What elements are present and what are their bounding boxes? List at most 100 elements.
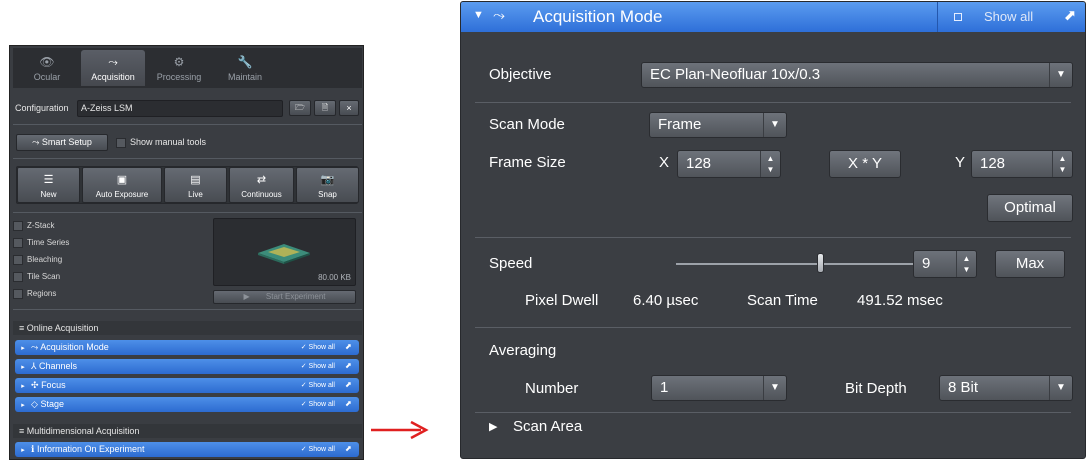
checkbox-box[interactable] (13, 254, 23, 265)
delete-configuration-button[interactable]: × (339, 100, 359, 116)
acquisition-mode-icon: ⤳ (493, 7, 506, 24)
x-label: X (659, 154, 670, 171)
live-button[interactable]: ▤ Live (164, 167, 227, 203)
checkbox-box[interactable] (13, 220, 23, 231)
tab-acquisition[interactable]: ⤳ Acquisition (81, 50, 145, 86)
tile-scan-option[interactable]: Tile Scan (13, 269, 60, 285)
show-all-toggle[interactable]: ✓ Show all (301, 340, 335, 355)
folder-icon: 🗁 (295, 103, 305, 112)
information-on-experiment-bar[interactable]: ▸ ℹ Information On Experiment ✓ Show all … (15, 442, 359, 457)
scan-area-label[interactable]: Scan Area (513, 418, 582, 435)
collapse-arrow-icon[interactable]: ▼ (473, 9, 484, 21)
popout-icon[interactable]: ⬈ (1061, 6, 1079, 26)
tab-processing[interactable]: ⚙ Processing (147, 50, 211, 86)
new-icon: ☰ (43, 174, 54, 186)
channels-icon: ⅄ (31, 361, 37, 371)
experiment-preview: 80.00 KB (213, 218, 356, 286)
stack-preview-image (258, 244, 310, 264)
speed-slider-handle[interactable] (816, 253, 824, 273)
expand-arrow-icon: ▸ (21, 402, 25, 409)
checkbox-box[interactable] (13, 271, 23, 282)
max-speed-button[interactable]: Max (995, 250, 1065, 278)
frame-size-x-stepper[interactable]: 128 ▲ ▼ (677, 150, 781, 178)
max-label: Max (1015, 255, 1045, 272)
popout-icon[interactable]: ⬈ (345, 342, 355, 352)
tab-maintain[interactable]: 🔧 Maintain (213, 50, 277, 86)
red-arrow-icon (371, 420, 429, 440)
open-configuration-button[interactable]: 🗁 (289, 100, 311, 116)
continuous-icon: ⇄ (256, 174, 267, 186)
focus-bar[interactable]: ▸ ✣ Focus ✓ Show all ⬈ (15, 378, 359, 393)
speed-stepper[interactable]: 9 ▲ ▼ (913, 250, 977, 278)
popout-icon[interactable]: ⬈ (345, 380, 355, 390)
stage-bar[interactable]: ▸ ◇ Stage ✓ Show all ⬈ (15, 397, 359, 412)
configuration-field[interactable]: A-Zeiss LSM (77, 100, 283, 117)
checkbox-box[interactable] (13, 237, 23, 248)
stepper-arrows-icon[interactable]: ▲ ▼ (1052, 151, 1072, 177)
expand-arrow-icon[interactable]: ▶ (489, 420, 497, 433)
divider (13, 309, 362, 310)
popout-icon[interactable]: ⬈ (345, 399, 355, 409)
gear-icon: ⚙ (173, 55, 185, 69)
show-all-label: Show all (984, 9, 1034, 24)
scan-mode-dropdown[interactable]: Frame ▼ (649, 112, 787, 138)
option-label: Bleaching (27, 255, 63, 264)
acquisition-mode-bar[interactable]: ▸ ⤳ Acquisition Mode ✓ Show all ⬈ (15, 340, 359, 355)
continuous-button[interactable]: ⇄ Continuous (229, 167, 294, 203)
optimal-label: Optimal (1004, 199, 1056, 216)
smart-setup-button[interactable]: ⤳ Smart Setup (16, 134, 108, 151)
snap-button[interactable]: 📷 Snap (296, 167, 359, 203)
channels-bar[interactable]: ▸ ⅄ Channels ✓ Show all ⬈ (15, 359, 359, 374)
expand-arrow-icon: ▸ (21, 383, 25, 390)
averaging-number-dropdown[interactable]: 1 ▼ (651, 375, 787, 401)
show-all-toggle[interactable]: ✓ Show all (301, 359, 335, 374)
frame-size-y-stepper[interactable]: 128 ▲ ▼ (971, 150, 1073, 178)
x-times-y-label: X * Y (848, 155, 882, 172)
show-all-checkbox[interactable] (954, 13, 962, 21)
speed-slider-track[interactable] (676, 263, 916, 265)
show-all-toggle[interactable]: ✓ Show all (301, 442, 335, 457)
save-configuration-button[interactable]: 🗎 (314, 100, 336, 116)
x-times-y-button[interactable]: X * Y (829, 150, 901, 178)
stepper-arrows-icon[interactable]: ▲ ▼ (760, 151, 780, 177)
chevron-down-icon: ▼ (763, 376, 786, 400)
smart-setup-icon: ⤳ (32, 137, 40, 147)
x-value: 128 (686, 155, 712, 172)
auto-exposure-button[interactable]: ▣ Auto Exposure (82, 167, 162, 203)
start-experiment-button[interactable]: ▶ Start Experiment (213, 290, 356, 304)
time-series-option[interactable]: Time Series (13, 235, 69, 251)
new-button[interactable]: ☰ New (17, 167, 80, 203)
multidimensional-acquisition-header[interactable]: ≡ Multidimensional Acquisition (13, 424, 362, 438)
configuration-label: Configuration (15, 103, 69, 113)
show-all-toggle[interactable]: ✓ Show all (301, 378, 335, 393)
tab-ocular[interactable]: 👁 Ocular (15, 50, 79, 86)
checkbox-box[interactable] (116, 137, 126, 148)
acquisition-mode-header[interactable]: ▼ ⤳ Acquisition Mode Show all ⬈ (461, 2, 1085, 32)
show-manual-tools-checkbox[interactable]: Show manual tools (116, 137, 206, 148)
checkbox-box[interactable] (13, 288, 23, 299)
tool-label: Snap (318, 190, 337, 199)
bleaching-option[interactable]: Bleaching (13, 252, 62, 268)
popout-icon[interactable]: ⬈ (345, 444, 355, 454)
online-acquisition-header[interactable]: ≡ Online Acquisition (13, 321, 362, 335)
objective-dropdown[interactable]: EC Plan-Neofluar 10x/0.3 ▼ (641, 62, 1073, 88)
scan-mode-label: Scan Mode (489, 116, 565, 133)
bit-depth-dropdown[interactable]: 8 Bit ▼ (939, 375, 1073, 401)
speed-label: Speed (489, 255, 533, 272)
z-stack-option[interactable]: Z-Stack (13, 218, 55, 234)
camera-icon: 📷 (320, 174, 335, 186)
divider (475, 237, 1071, 238)
scan-mode-value: Frame (658, 116, 702, 133)
show-all-toggle[interactable]: ✓ Show all (301, 397, 335, 412)
panel-title: Acquisition Mode (533, 7, 663, 26)
number-label: Number (525, 380, 579, 397)
show-all-label: Show all (308, 344, 335, 351)
tab-label: Ocular (33, 72, 61, 82)
y-value: 128 (980, 155, 1006, 172)
optimal-button[interactable]: Optimal (987, 194, 1073, 222)
objective-value: EC Plan-Neofluar 10x/0.3 (650, 66, 821, 83)
popout-icon[interactable]: ⬈ (345, 361, 355, 371)
divider (13, 158, 362, 159)
stepper-arrows-icon[interactable]: ▲ ▼ (956, 251, 976, 277)
regions-option[interactable]: Regions (13, 286, 56, 302)
